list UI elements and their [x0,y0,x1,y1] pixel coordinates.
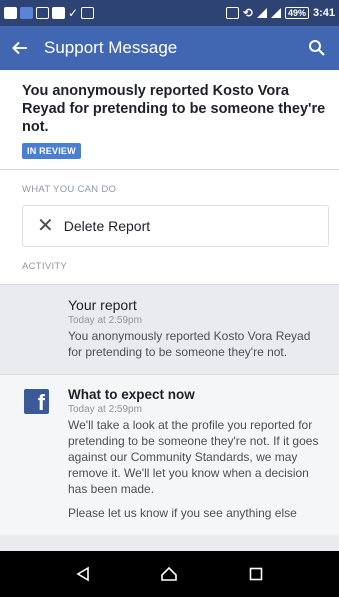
activity-label: ACTIVITY [0,247,339,284]
report-header: You anonymously reported Kosto Vora Reya… [0,70,339,170]
nfc-icon [225,7,239,19]
nav-recents-button[interactable] [236,554,276,594]
signal-icon [270,8,281,18]
content: You anonymously reported Kosto Vora Reya… [0,70,339,551]
facebook-logo-icon: f [24,389,49,414]
activity-item: Your report Today at 2:59pm You anonymou… [0,284,339,374]
arrow-left-icon [12,41,27,55]
activity-item-time: Today at 2:59pm [68,404,142,415]
back-button[interactable] [0,26,40,70]
sync-icon: ⟲ [242,6,253,20]
activity-item-body-extra: Please let us know if you see anything e… [68,506,297,520]
close-icon: ✕ [37,215,54,237]
activity-item-body: You anonymously reported Kosto Vora Reya… [68,329,311,359]
navigation-bar [0,551,339,597]
activity-item: f What to expect now Today at 2:59pm We'… [0,374,339,535]
nav-back-button[interactable] [63,554,103,594]
activity-item-time: Today at 2:59pm [68,315,142,326]
recents-icon [249,567,263,581]
search-button[interactable] [295,26,339,70]
actions-section: WHAT YOU CAN DO ✕ Delete Report [0,170,339,247]
clock: 3:41 [312,7,335,19]
notification-icons: ✓ [4,6,95,20]
activity-item-body: We'll take a look at the profile you rep… [68,418,319,496]
search-icon [309,40,325,56]
report-title: You anonymously reported Kosto Vora Reya… [22,83,326,135]
nav-home-button[interactable] [149,554,189,594]
delete-report-button[interactable]: ✕ Delete Report [22,205,329,247]
activity-item-title: What to expect now [68,387,195,402]
page-title: Support Message [44,38,178,57]
signal-icon [256,8,267,18]
activity-item-title: Your report [68,297,137,313]
delete-report-label: Delete Report [63,218,151,234]
notification-icon [4,7,17,19]
status-badge: IN REVIEW [22,143,81,159]
check-icon: ✓ [68,6,79,20]
home-icon [161,566,178,581]
app-bar: Support Message [0,26,339,70]
image-icon [36,7,49,19]
system-icons: ⟲ 49% 3:41 [225,6,335,20]
battery-icon: 49% [284,7,309,19]
back-triangle-icon [76,566,89,582]
message-icon [52,7,65,19]
screen-icon [81,7,95,19]
actions-label: WHAT YOU CAN DO [22,184,117,195]
status-bar: ✓ ⟲ 49% 3:41 [0,0,339,26]
notification-icon [20,7,33,19]
